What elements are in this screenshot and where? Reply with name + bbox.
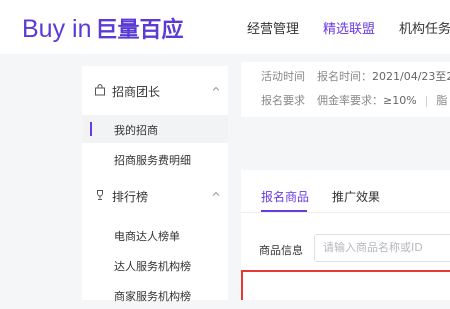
top-bar: Buy in 巨量百应 经营管理 精选联盟 机构任务: [0, 0, 450, 54]
signup-time-value: 2021/04/23至2: [372, 70, 450, 83]
sidebar-item-label: 商家服务机构榜: [114, 290, 191, 303]
sidebar-group-recruitment[interactable]: 招商团长: [82, 76, 228, 106]
product-search-field[interactable]: [314, 234, 450, 262]
sidebar-item-merchant-agency-ranking[interactable]: 商家服务机构榜: [82, 281, 228, 309]
trophy-icon: [97, 190, 103, 200]
sidebar-item-label: 电商达人榜单: [114, 230, 180, 243]
tab-registered-products[interactable]: 报名商品: [261, 188, 309, 205]
commission-requirement-value: ≥10%: [383, 94, 417, 107]
sidebar-item-service-fee-details[interactable]: 招商服务费明细: [82, 145, 228, 173]
chevron-up-icon[interactable]: [210, 188, 222, 200]
sidebar-group-leaderboard[interactable]: 排行榜: [82, 181, 228, 211]
nav-item-agency-tasks[interactable]: 机构任务: [399, 18, 450, 37]
truncated-requirement-text: 脂: [436, 94, 448, 107]
product-search-input[interactable]: [323, 241, 450, 254]
activity-info-card: 活动时间 报名时间：2021/04/23至2 报名要求 佣金率要求：≥10% | 脂: [241, 62, 450, 117]
nav-item-selected-alliance[interactable]: 精选联盟: [323, 18, 375, 37]
sidebar-item-my-recruitment[interactable]: 我的招商: [82, 115, 228, 143]
sidebar: 招商团长 我的招商 招商服务费明细 排行榜 电商达人榜单 达人服务机构榜 商家服…: [82, 66, 228, 303]
sidebar-group-label: 招商团长: [112, 85, 161, 99]
shopping-bag-icon: [95, 84, 105, 96]
nav-item-business-management[interactable]: 经营管理: [247, 18, 299, 37]
sidebar-item-label: 招商服务费明细: [114, 154, 191, 167]
logo-text: Buy in: [22, 15, 92, 43]
sidebar-item-creator-agency-ranking[interactable]: 达人服务机构榜: [82, 251, 228, 279]
activity-time-row: 活动时间 报名时间：2021/04/23至2: [261, 68, 450, 84]
highlight-annotation-box: [241, 270, 450, 300]
tab-promotion-results[interactable]: 推广效果: [332, 188, 380, 205]
product-info-label: 商品信息: [259, 244, 303, 257]
signup-requirement-label: 报名要求: [261, 94, 305, 107]
commission-requirement-label: 佣金率要求：: [317, 94, 383, 107]
logo-cn-text: 巨量百应: [95, 17, 184, 42]
sidebar-group-label: 排行榜: [112, 190, 149, 204]
chevron-up-icon[interactable]: [210, 83, 222, 95]
sidebar-item-ecommerce-creator-ranking[interactable]: 电商达人榜单: [82, 221, 228, 249]
tab-divider: [241, 212, 450, 213]
sidebar-item-label: 达人服务机构榜: [114, 260, 191, 273]
signup-requirement-row: 报名要求 佣金率要求：≥10% | 脂: [261, 92, 447, 108]
sidebar-item-label: 我的招商: [114, 124, 158, 137]
main-content-card: 报名商品 推广效果 商品信息: [241, 170, 450, 300]
logo[interactable]: Buy in 巨量百应: [22, 12, 184, 44]
activity-time-label: 活动时间: [261, 70, 305, 83]
divider: |: [424, 94, 429, 107]
signup-time-label: 报名时间：: [317, 70, 372, 83]
